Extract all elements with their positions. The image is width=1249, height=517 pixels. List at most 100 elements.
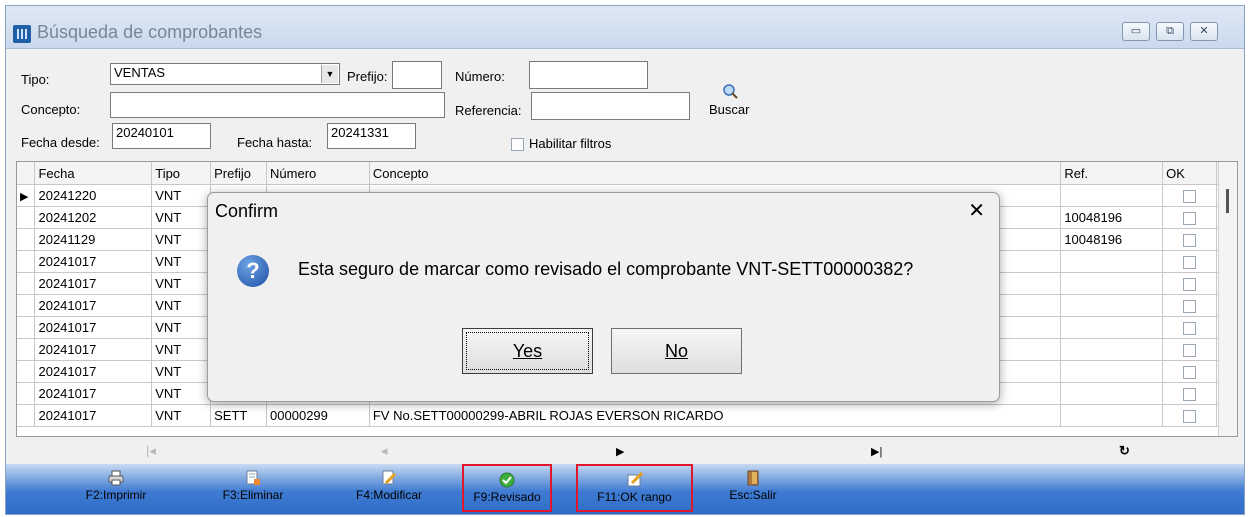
cell-ok[interactable]	[1162, 294, 1217, 317]
next-record-icon[interactable]: ▶	[616, 445, 624, 458]
ok-rango-button[interactable]: F11:OK rango	[576, 464, 693, 512]
cell-ok[interactable]	[1162, 250, 1217, 273]
refresh-icon[interactable]: ↻	[1119, 443, 1130, 459]
cell-ref	[1060, 294, 1164, 317]
close-window-button[interactable]: ✕	[1190, 22, 1218, 41]
row-indicator	[17, 316, 36, 339]
pencil-note-icon	[627, 472, 643, 487]
ok-checkbox[interactable]	[1183, 322, 1197, 336]
restore-button[interactable]: ⧉	[1156, 22, 1184, 41]
habilitar-filtros-label: Habilitar filtros	[529, 136, 612, 151]
ok-checkbox[interactable]	[1183, 190, 1197, 204]
cell-fecha: 20241129	[34, 228, 153, 251]
main-window: Búsqueda de comprobantes ▭ ⧉ ✕ Tipo: VEN…	[5, 5, 1245, 515]
row-indicator	[17, 382, 36, 405]
printer-icon	[108, 470, 124, 486]
yes-button[interactable]: Yes	[462, 328, 593, 374]
table-row[interactable]: 20241017 VNT SETT 00000299 FV No.SETT0000029…	[17, 404, 1237, 427]
ok-rango-label: F11:OK rango	[597, 490, 672, 504]
numero-input[interactable]	[529, 61, 648, 89]
col-numero[interactable]: Número	[266, 162, 370, 185]
cell-ref	[1060, 272, 1164, 295]
col-concepto[interactable]: Concepto	[369, 162, 1062, 185]
indicator-header	[17, 162, 36, 185]
imprimir-label: F2:Imprimir	[85, 488, 147, 502]
row-indicator	[17, 206, 36, 229]
eliminar-button[interactable]: F3:Eliminar	[211, 464, 295, 512]
eliminar-label: F3:Eliminar	[222, 488, 284, 502]
row-indicator	[17, 272, 36, 295]
navigation-bar: |◂ ◂ ▶ ▶| ↻	[16, 440, 1238, 462]
fecha-hasta-input[interactable]: 20241331	[327, 123, 416, 149]
cell-ref	[1060, 184, 1164, 207]
first-record-icon[interactable]: |◂	[146, 443, 156, 459]
revisado-button[interactable]: F9:Revisado	[462, 464, 552, 512]
delete-doc-icon	[246, 470, 260, 485]
cell-ok[interactable]	[1162, 184, 1217, 207]
fecha-desde-input[interactable]: 20240101	[112, 123, 211, 149]
habilitar-filtros-checkbox[interactable]	[511, 138, 524, 151]
yes-label: Yes	[512, 341, 543, 361]
salir-button[interactable]: Esc:Salir	[718, 464, 788, 512]
no-label: No	[664, 341, 688, 361]
tipo-combo[interactable]: VENTAS ▼	[110, 63, 340, 85]
cell-fecha: 20241017	[34, 404, 153, 427]
tipo-label: Tipo:	[21, 72, 50, 87]
modificar-button[interactable]: F4:Modificar	[339, 464, 439, 512]
buscar-button[interactable]: Buscar	[703, 80, 758, 122]
ok-checkbox[interactable]	[1183, 212, 1197, 226]
scrollbar-thumb[interactable]	[1226, 189, 1229, 213]
cell-ok[interactable]	[1162, 228, 1217, 251]
row-indicator	[17, 338, 36, 361]
cell-tipo: VNT	[151, 272, 212, 295]
vertical-scrollbar[interactable]	[1218, 162, 1237, 436]
ok-checkbox[interactable]	[1183, 278, 1197, 292]
prefijo-input[interactable]	[392, 61, 442, 89]
cell-fecha: 20241017	[34, 250, 153, 273]
cell-ok[interactable]	[1162, 316, 1217, 339]
cell-tipo: VNT	[151, 338, 212, 361]
concepto-input[interactable]	[110, 92, 445, 118]
ok-checkbox[interactable]	[1183, 234, 1197, 248]
no-button[interactable]: No	[611, 328, 742, 374]
cell-ref	[1060, 360, 1164, 383]
col-tipo[interactable]: Tipo	[151, 162, 212, 185]
cell-ref	[1060, 404, 1164, 427]
cell-fecha: 20241017	[34, 294, 153, 317]
cell-ok[interactable]	[1162, 206, 1217, 229]
cell-ok[interactable]	[1162, 382, 1217, 405]
last-record-icon[interactable]: ▶|	[871, 445, 882, 458]
cell-ok[interactable]	[1162, 360, 1217, 383]
col-prefijo[interactable]: Prefijo	[210, 162, 268, 185]
cell-tipo: VNT	[151, 316, 212, 339]
cell-ok[interactable]	[1162, 338, 1217, 361]
col-ref[interactable]: Ref.	[1060, 162, 1164, 185]
col-ok[interactable]: OK	[1162, 162, 1217, 185]
cell-ok[interactable]	[1162, 404, 1217, 427]
ok-checkbox[interactable]	[1183, 410, 1197, 424]
ok-checkbox[interactable]	[1183, 388, 1197, 402]
minimize-button[interactable]: ▭	[1122, 22, 1150, 41]
cell-fecha: 20241220	[34, 184, 153, 207]
imprimir-button[interactable]: F2:Imprimir	[74, 464, 158, 512]
search-icon	[723, 84, 738, 99]
fecha-desde-label: Fecha desde:	[21, 135, 100, 150]
cell-ok[interactable]	[1162, 272, 1217, 295]
ok-checkbox[interactable]	[1183, 344, 1197, 358]
ok-checkbox[interactable]	[1183, 300, 1197, 314]
revisado-label: F9:Revisado	[473, 490, 541, 504]
chevron-down-icon[interactable]: ▼	[321, 65, 338, 83]
referencia-input[interactable]	[531, 92, 690, 120]
current-row-icon: ▶	[20, 191, 29, 203]
cell-tipo: VNT	[151, 206, 212, 229]
cell-ref: 10048196	[1060, 228, 1164, 251]
col-fecha[interactable]: Fecha	[34, 162, 153, 185]
dialog-close-icon[interactable]: ✕	[968, 198, 985, 223]
ok-checkbox[interactable]	[1183, 366, 1197, 380]
row-indicator	[17, 228, 36, 251]
buscar-label: Buscar	[709, 102, 750, 117]
prev-record-icon[interactable]: ◂	[381, 443, 388, 459]
dialog-message: Esta seguro de marcar como revisado el c…	[298, 259, 914, 279]
referencia-label: Referencia:	[455, 103, 522, 118]
ok-checkbox[interactable]	[1183, 256, 1197, 270]
